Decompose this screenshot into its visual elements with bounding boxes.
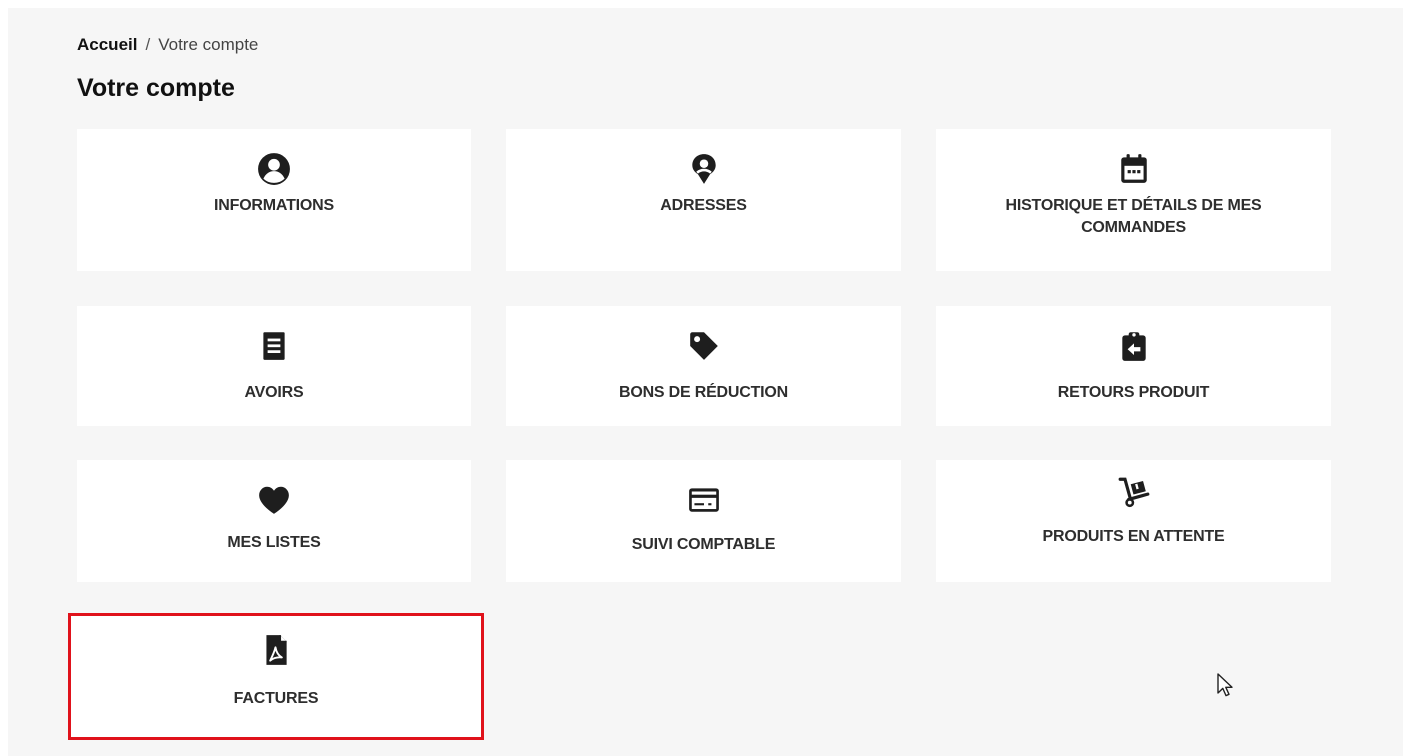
map-pin-icon (686, 151, 722, 187)
tile-label: INFORMATIONS (214, 197, 334, 214)
calendar-icon (1116, 151, 1152, 187)
tile-label: BONS DE RÉDUCTION (618, 384, 789, 401)
page-title: Votre compte (77, 74, 235, 102)
tile-label: SUIVI COMPTABLE (631, 536, 776, 553)
hand-truck-icon (1116, 474, 1152, 510)
breadcrumb-separator: / (145, 35, 151, 54)
breadcrumb: Accueil / Votre compte (77, 35, 258, 55)
return-clipboard-icon (1116, 328, 1152, 364)
tile-suivi-comptable[interactable]: SUIVI COMPTABLE (506, 460, 901, 582)
tile-label: RETOURS PRODUIT (1057, 384, 1210, 401)
breadcrumb-home-link[interactable]: Accueil (77, 35, 137, 55)
receipt-icon (256, 328, 292, 364)
tag-icon (686, 328, 722, 364)
tile-informations[interactable]: INFORMATIONS (77, 129, 471, 271)
tile-factures[interactable]: FACTURES (68, 613, 484, 740)
tile-adresses[interactable]: ADRESSES (506, 129, 901, 271)
tile-label: AVOIRS (244, 384, 304, 401)
tile-produits-en-attente[interactable]: PRODUITS EN ATTENTE (936, 460, 1331, 582)
tile-label: PRODUITS EN ATTENTE (1042, 528, 1225, 545)
tile-retours-produit[interactable]: RETOURS PRODUIT (936, 306, 1331, 426)
tile-label: HISTORIQUE ET DÉTAILS DE MES COMMANDES (1005, 197, 1262, 236)
heart-icon (256, 482, 292, 518)
tile-mes-listes[interactable]: MES LISTES (77, 460, 471, 582)
breadcrumb-current: Votre compte (158, 35, 259, 54)
pdf-file-icon (258, 632, 294, 668)
tile-label: FACTURES (233, 690, 319, 707)
tile-historique-commandes[interactable]: HISTORIQUE ET DÉTAILS DE MES COMMANDES (936, 129, 1331, 271)
credit-card-icon (686, 482, 722, 518)
account-circle-icon (256, 151, 292, 187)
tile-bons-de-reduction[interactable]: BONS DE RÉDUCTION (506, 306, 901, 426)
tile-label: ADRESSES (660, 197, 747, 214)
tile-avoirs[interactable]: AVOIRS (77, 306, 471, 426)
tile-label: MES LISTES (227, 534, 321, 551)
mouse-cursor-icon (1217, 673, 1233, 697)
